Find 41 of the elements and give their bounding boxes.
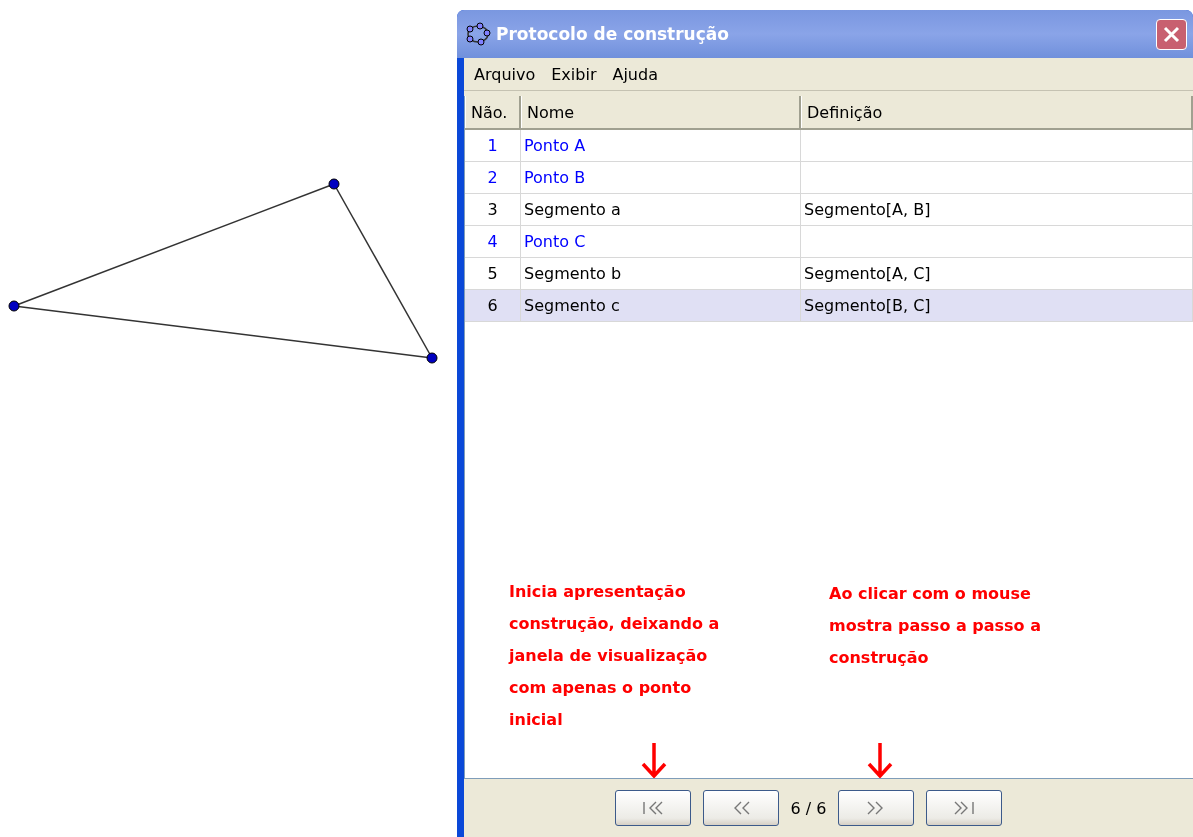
first-step-button[interactable] <box>614 790 691 826</box>
column-header[interactable]: Definição <box>801 96 1193 128</box>
point <box>8 300 20 312</box>
table-cell: Segmento c <box>521 290 801 322</box>
table-row[interactable]: 1 Ponto A <box>465 130 1193 162</box>
table-row[interactable]: 6 Segmento c Segmento[B, C] <box>465 290 1193 322</box>
annotation-text: Inicia apresentação construção, deixando a janela de visualização com apenas o ponto inicial <box>509 581 721 731</box>
menu-item[interactable]: Ajuda <box>604 64 666 84</box>
table-row[interactable]: 2 Ponto B <box>465 162 1193 194</box>
last-step-button[interactable] <box>926 790 1003 826</box>
skip-last-icon <box>952 799 977 817</box>
table-row[interactable]: 3 Segmento a Segmento[A, B] <box>465 194 1193 226</box>
table-cell: 2 <box>465 162 521 194</box>
step-counter: 6 / 6 <box>790 798 827 818</box>
table-cell: 1 <box>465 130 521 162</box>
table-cell: Ponto B <box>521 162 801 194</box>
window-title: Protocolo de construção <box>496 24 730 44</box>
point <box>426 352 438 364</box>
close-button[interactable] <box>1156 18 1187 50</box>
column-header[interactable]: Nome <box>521 96 801 128</box>
table-cell: Ponto C <box>521 226 801 258</box>
table-cell: Ponto A <box>521 130 801 162</box>
close-icon <box>1163 25 1180 43</box>
next-step-button[interactable] <box>838 790 915 826</box>
table-row[interactable]: 4 Ponto C <box>465 226 1193 258</box>
skip-first-icon <box>640 799 665 817</box>
annotation-text: Ao clicar com o mouse mostra passo a passo a construção <box>829 583 1042 669</box>
table-cell: 3 <box>465 194 521 226</box>
table-cell: Segmento[A, B] <box>801 194 1193 226</box>
table-cell: Segmento a <box>521 194 801 226</box>
column-header[interactable]: Não. <box>465 96 521 128</box>
down-arrow-icon <box>639 742 669 778</box>
menu-item[interactable]: Exibir <box>543 64 605 84</box>
app-logo-icon <box>465 22 491 46</box>
table-cell: Segmento[B, C] <box>801 290 1193 322</box>
table-cell: 6 <box>465 290 521 322</box>
previous-step-button[interactable] <box>702 790 779 826</box>
table-cell: 4 <box>465 226 521 258</box>
point <box>328 178 340 190</box>
menu-item[interactable]: Arquivo <box>466 64 544 84</box>
down-arrow-icon <box>865 742 895 778</box>
